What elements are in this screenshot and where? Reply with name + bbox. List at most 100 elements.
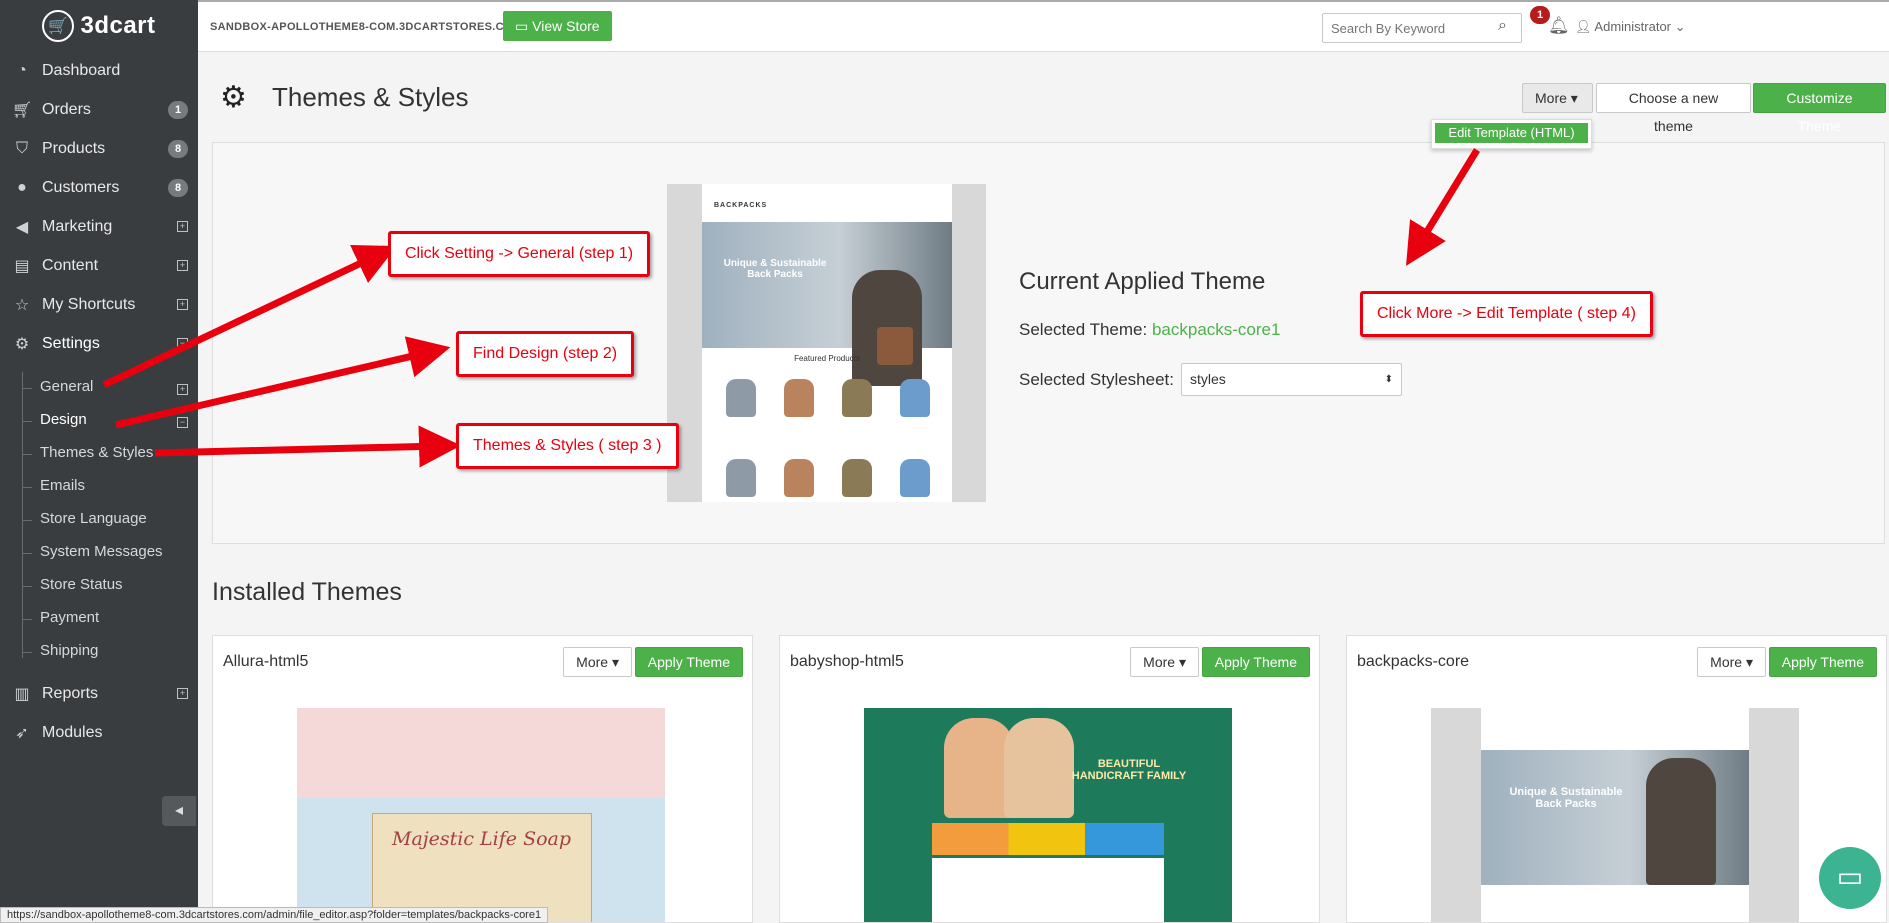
preview-hero-text: Unique & Sustainable Back Packs [723,258,827,280]
sidebar: 🛒 3dcart ◔ Dashboard 🛒︎ Orders 1 ⛉ Produ… [0,0,198,923]
more-label: More [1143,654,1176,670]
theme-more-button[interactable]: More ▾ [1130,647,1199,677]
sidebar-item-dashboard[interactable]: ◔ Dashboard [0,53,198,89]
selected-theme-row: Selected Theme: backpacks-core1 [1019,320,1280,340]
search-input[interactable] [1322,13,1522,43]
view-store-button[interactable]: ▭ View Store [503,11,612,41]
more-button[interactable]: More ▾ [1522,83,1593,113]
submenu-tick [22,421,32,422]
sidebar-item-label: Modules [42,724,103,741]
notification-badge: 1 [1530,6,1550,24]
submenu-design[interactable]: Design [40,411,87,428]
theme-thumbnail[interactable]: Majestic Life Soap [297,708,665,922]
chevron-down-icon: ⌄ [1674,19,1686,34]
submenu-tree-line [22,372,23,658]
annotation-step3: Themes & Styles ( step 3 ) [456,423,679,469]
expand-icon[interactable]: + [177,221,188,232]
sidebar-item-settings[interactable]: ⚙ Settings − [0,326,198,362]
sidebar-item-label: Settings [42,335,100,352]
sidebar-item-reports[interactable]: ▥ Reports + [0,676,198,712]
product-thumb [900,379,930,417]
current-theme-preview[interactable]: BACKPACKS Unique & Sustainable Back Pack… [667,184,986,502]
orders-count-badge: 1 [168,101,188,119]
sidebar-item-modules[interactable]: ➶ Modules [0,715,198,751]
submenu-system-messages[interactable]: System Messages [40,543,163,560]
view-store-label: View Store [532,18,600,34]
logo-text: 3dcart [80,12,156,39]
backpack-image [1646,758,1716,885]
expand-icon[interactable]: + [177,260,188,271]
user-name: Administrator [1594,19,1671,34]
collapse-icon[interactable]: − [177,338,188,349]
choose-new-theme-button[interactable]: Choose a new theme [1596,83,1751,134]
product-thumb [726,459,756,497]
sidebar-item-label: Marketing [42,218,113,235]
gears-icon: ⚙ [220,81,247,114]
theme-name: backpacks-core [1357,653,1470,670]
theme-card: backpacks-core More ▾ Apply Theme Unique… [1346,635,1887,923]
file-icon: ▤ [14,258,30,275]
caret-down-icon: ▾ [1570,90,1578,106]
selected-theme-value[interactable]: backpacks-core1 [1152,320,1281,339]
sidebar-item-orders[interactable]: 🛒︎ Orders 1 [0,92,198,128]
sidebar-item-my-shortcuts[interactable]: ☆ My Shortcuts + [0,287,198,323]
expand-icon[interactable]: + [177,384,188,395]
caret-down-icon: ▾ [611,654,619,670]
product-thumb [784,379,814,417]
search-icon[interactable]: ⌕ [1498,17,1507,35]
selected-theme-label: Selected Theme: [1019,320,1148,339]
submenu-payment[interactable]: Payment [40,609,99,626]
expand-icon[interactable]: + [177,688,188,699]
more-label: More [576,654,609,670]
user-menu[interactable]: 👤︎ Administrator ⌄ [1575,19,1686,35]
sidebar-item-customers[interactable]: ● Customers 8 [0,170,198,206]
chat-icon: ▭ [1836,861,1864,892]
customize-theme-button[interactable]: Customize Theme [1753,83,1886,134]
submenu-general[interactable]: General [40,378,93,395]
submenu-store-status[interactable]: Store Status [40,576,123,593]
submenu-tick [22,619,32,620]
theme-thumbnail[interactable]: Unique & Sustainable Back Packs [1431,708,1799,922]
more-label: More [1535,90,1567,106]
caret-down-icon: ▾ [1178,654,1186,670]
bell-icon[interactable]: 🔔︎ [1548,16,1570,36]
rocket-icon: ➶ [15,725,29,742]
sidebar-item-content[interactable]: ▤ Content + [0,248,198,284]
logo[interactable]: 🛒 3dcart [0,0,198,52]
caret-down-icon: ▾ [1745,654,1753,670]
submenu-tick [22,487,32,488]
submenu-shipping[interactable]: Shipping [40,642,98,659]
theme-name: babyshop-html5 [790,653,904,670]
submenu-tick [22,454,32,455]
expand-icon[interactable]: + [177,299,188,310]
submenu-store-language[interactable]: Store Language [40,510,147,527]
cart-icon: 🛒︎ [12,102,33,119]
theme-card: babyshop-html5 More ▾ Apply Theme BEAUTI… [779,635,1320,923]
collapse-icon[interactable]: − [177,417,188,428]
chat-launcher-button[interactable]: ▭ [1819,847,1881,909]
gears-icon: ⚙ [14,336,30,353]
stylesheet-label: Selected Stylesheet: [1019,370,1174,389]
sidebar-item-marketing[interactable]: ◀ Marketing + [0,209,198,245]
apply-theme-button[interactable]: Apply Theme [1768,647,1877,677]
annotation-step4: Click More -> Edit Template ( step 4) [1360,291,1653,337]
stylesheet-select[interactable]: styles ⬍ [1181,363,1402,396]
dashboard-icon: ◔ [17,62,27,79]
stylesheet-value: styles [1190,371,1226,387]
apply-theme-button[interactable]: Apply Theme [1201,647,1310,677]
theme-thumbnail[interactable]: BEAUTIFUL HANDICRAFT FAMILY [864,708,1232,922]
theme-more-button[interactable]: More ▾ [1697,647,1766,677]
thumb-text: Unique & Sustainable Back Packs [1509,786,1623,810]
theme-more-button[interactable]: More ▾ [563,647,632,677]
thumb-text: Majestic Life Soap [392,828,572,850]
submenu-tick [22,586,32,587]
apply-theme-button[interactable]: Apply Theme [634,647,743,677]
tags-icon: ⛉ [15,140,28,157]
submenu-tick [22,553,32,554]
edit-template-html-menu-item[interactable]: Edit Template (HTML) [1435,123,1588,143]
laptop-icon: ▭ [515,18,529,34]
submenu-themes-styles[interactable]: Themes & Styles [40,444,153,461]
submenu-emails[interactable]: Emails [40,477,85,494]
collapse-sidebar-button[interactable]: ◂ [162,796,196,826]
sidebar-item-products[interactable]: ⛉ Products 8 [0,131,198,167]
